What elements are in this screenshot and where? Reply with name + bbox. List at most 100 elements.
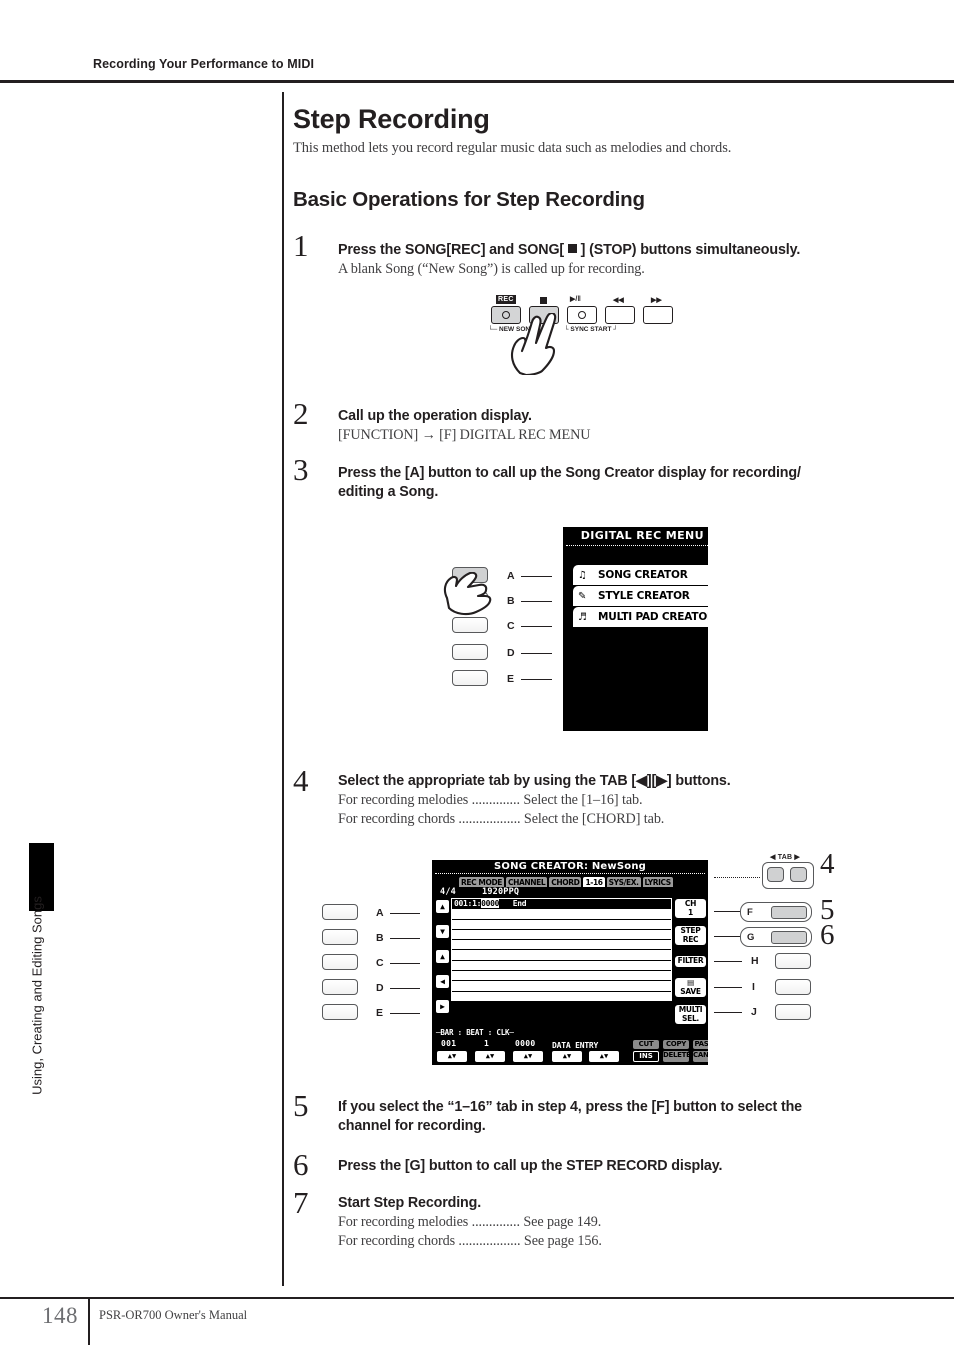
menu-item-style-creator[interactable]: ✎ STYLE CREATOR	[573, 586, 708, 606]
lcd-multi-select-button[interactable]: MULTI SEL.	[675, 1005, 706, 1025]
lcd-channel-button[interactable]: CH 1	[675, 899, 706, 919]
step-7-lead: Start Step Recording.	[338, 1195, 482, 1211]
lcd-scroll-right-icon[interactable]: ▶	[436, 1000, 449, 1013]
menu-item-song-creator[interactable]: ♫ SONG CREATOR	[573, 565, 708, 585]
panel-letter-e: E	[507, 673, 515, 685]
lcd-event-row[interactable]	[452, 909, 671, 920]
lcd-tab-sys-ex[interactable]: SYS/EX.	[606, 877, 641, 887]
lcd-data-entry-fine[interactable]: ▲▼	[589, 1051, 619, 1062]
step-number-3: 3	[293, 452, 309, 487]
lcd-paste-button[interactable]: PASTE	[693, 1040, 708, 1049]
play-pause-label: ▶/‖	[570, 296, 581, 303]
lcd-event-row-selected[interactable]: 001:1:0000 End	[452, 899, 671, 910]
lcd-event-row[interactable]	[452, 971, 671, 982]
lcd-event-row[interactable]	[452, 940, 671, 951]
lcd-bar-stepper[interactable]: ▲▼	[437, 1051, 467, 1062]
lcd-scroll-up-icon[interactable]: ▲	[436, 900, 449, 913]
menu-item-style-creator-label: STYLE CREATOR	[598, 590, 690, 602]
step-body-2: Call up the operation display. [FUNCTION…	[338, 407, 878, 445]
leader-line-j	[714, 1012, 742, 1014]
lcd-copy-button[interactable]: COPY	[663, 1040, 689, 1049]
page-title: Step Recording	[293, 104, 490, 134]
panel-letter-j: J	[751, 1006, 757, 1018]
leader-dots-tab	[714, 877, 760, 878]
lcd-scroll-left-icon[interactable]: ◀	[436, 975, 449, 988]
sc-panel-button-e[interactable]	[322, 1004, 358, 1020]
panel-letter-b: B	[507, 595, 515, 607]
step-body-7: Start Step Recording. For recording melo…	[338, 1194, 878, 1252]
tab-right-button[interactable]	[790, 867, 807, 882]
panel-button-g-key[interactable]	[771, 931, 807, 944]
step-body-1: Press the SONG[REC] and SONG[ ] (STOP) b…	[338, 241, 878, 279]
sc-panel-button-a[interactable]	[322, 904, 358, 920]
lcd-event-row[interactable]	[452, 981, 671, 992]
stop-square-icon	[567, 244, 577, 253]
section-heading: Basic Operations for Step Recording	[293, 188, 645, 211]
running-head: Recording Your Performance to MIDI	[93, 57, 315, 71]
panel-letter-a: A	[507, 570, 515, 582]
sc-panel-letter-c: C	[376, 957, 384, 969]
lcd-delete-button[interactable]: DELETE	[663, 1051, 691, 1062]
lcd-title-song-creator: SONG CREATOR: NewSong	[432, 860, 708, 873]
page-subtitle: This method lets you record regular musi…	[293, 140, 732, 156]
step-number-6: 6	[293, 1147, 309, 1182]
lcd-clk-value: 0000	[515, 1039, 536, 1048]
lcd-event-row[interactable]	[452, 992, 671, 1002]
song-rewind-button[interactable]	[605, 306, 635, 324]
step-2-detail: [FUNCTION] → [F] DIGITAL REC MENU	[338, 426, 591, 443]
sc-panel-button-c[interactable]	[322, 954, 358, 970]
lcd-tab-lyrics[interactable]: LYRICS	[642, 877, 673, 887]
lcd-event-row[interactable]	[452, 920, 671, 930]
song-ff-button[interactable]	[643, 306, 673, 324]
panel-button-h[interactable]	[775, 953, 811, 969]
lcd-tab-1-16[interactable]: 1-16	[583, 877, 605, 887]
lcd-event-list[interactable]: 001:1:0000 End	[451, 898, 672, 1002]
lcd-resolution: 1920PPQ	[482, 887, 520, 897]
sc-leader-c	[390, 963, 420, 965]
tab-left-button[interactable]	[767, 867, 784, 882]
panel-button-j[interactable]	[775, 1004, 811, 1020]
fast-forward-label: ▶▶	[651, 297, 662, 304]
lcd-scroll-down-icon[interactable]: ▼	[436, 925, 449, 938]
lcd-data-entry-coarse[interactable]: ▲▼	[552, 1051, 582, 1062]
lcd-filter-button[interactable]: FILTER	[675, 956, 706, 967]
panel-button-i[interactable]	[775, 979, 811, 995]
lcd-event-row[interactable]	[452, 961, 671, 972]
lcd-dotted-rule-2	[435, 873, 705, 874]
lcd-save-label: SAVE	[680, 986, 701, 996]
panel-button-d[interactable]	[452, 644, 488, 660]
lcd-tab-chord[interactable]: CHORD	[549, 877, 582, 887]
lcd-cut-button[interactable]: CUT	[633, 1040, 659, 1049]
rec-label: REC	[496, 295, 516, 304]
panel-button-e[interactable]	[452, 670, 488, 686]
step-number-4: 4	[293, 763, 309, 798]
lcd-ins-button[interactable]: INS	[633, 1051, 659, 1062]
sc-leader-d	[390, 988, 420, 990]
lcd-save-button[interactable]: ▤ SAVE	[675, 978, 706, 998]
lcd-scroll-top-icon[interactable]: ▲	[436, 950, 449, 963]
lcd-tab-channel[interactable]: CHANNEL	[506, 877, 548, 887]
sc-panel-letter-b: B	[376, 932, 384, 944]
leader-line-e	[521, 679, 552, 681]
sc-leader-a	[390, 913, 420, 915]
sc-panel-button-b[interactable]	[322, 929, 358, 945]
lcd-tab-rec-mode[interactable]: REC MODE	[459, 877, 505, 887]
leader-line-f	[714, 911, 740, 913]
panel-button-f[interactable]: F	[740, 902, 812, 922]
lcd-rec-label: REC	[682, 934, 699, 944]
lcd-event-row[interactable]	[452, 930, 671, 941]
lcd-clk-stepper[interactable]: ▲▼	[513, 1051, 543, 1062]
sc-panel-button-d[interactable]	[322, 979, 358, 995]
lcd-cancel-button[interactable]: CANCEL	[693, 1051, 708, 1062]
step-body-5: If you select the “1–16” tab in step 4, …	[338, 1098, 878, 1136]
lcd-step-rec-button[interactable]: STEP REC	[675, 926, 706, 946]
step-body-3: Press the [A] button to call up the Song…	[338, 464, 878, 502]
panel-button-g[interactable]: G	[740, 927, 812, 947]
panel-button-f-key[interactable]	[771, 906, 807, 919]
menu-item-multi-pad-creator[interactable]: ♬ MULTI PAD CREATOR	[573, 607, 708, 627]
stop-glyph-icon	[540, 297, 547, 304]
step-7-row-2: For recording chords .................. …	[338, 1233, 602, 1250]
lcd-event-row[interactable]	[452, 950, 671, 961]
step-4-row-1: For recording melodies .............. Se…	[338, 791, 643, 808]
lcd-beat-stepper[interactable]: ▲▼	[475, 1051, 505, 1062]
